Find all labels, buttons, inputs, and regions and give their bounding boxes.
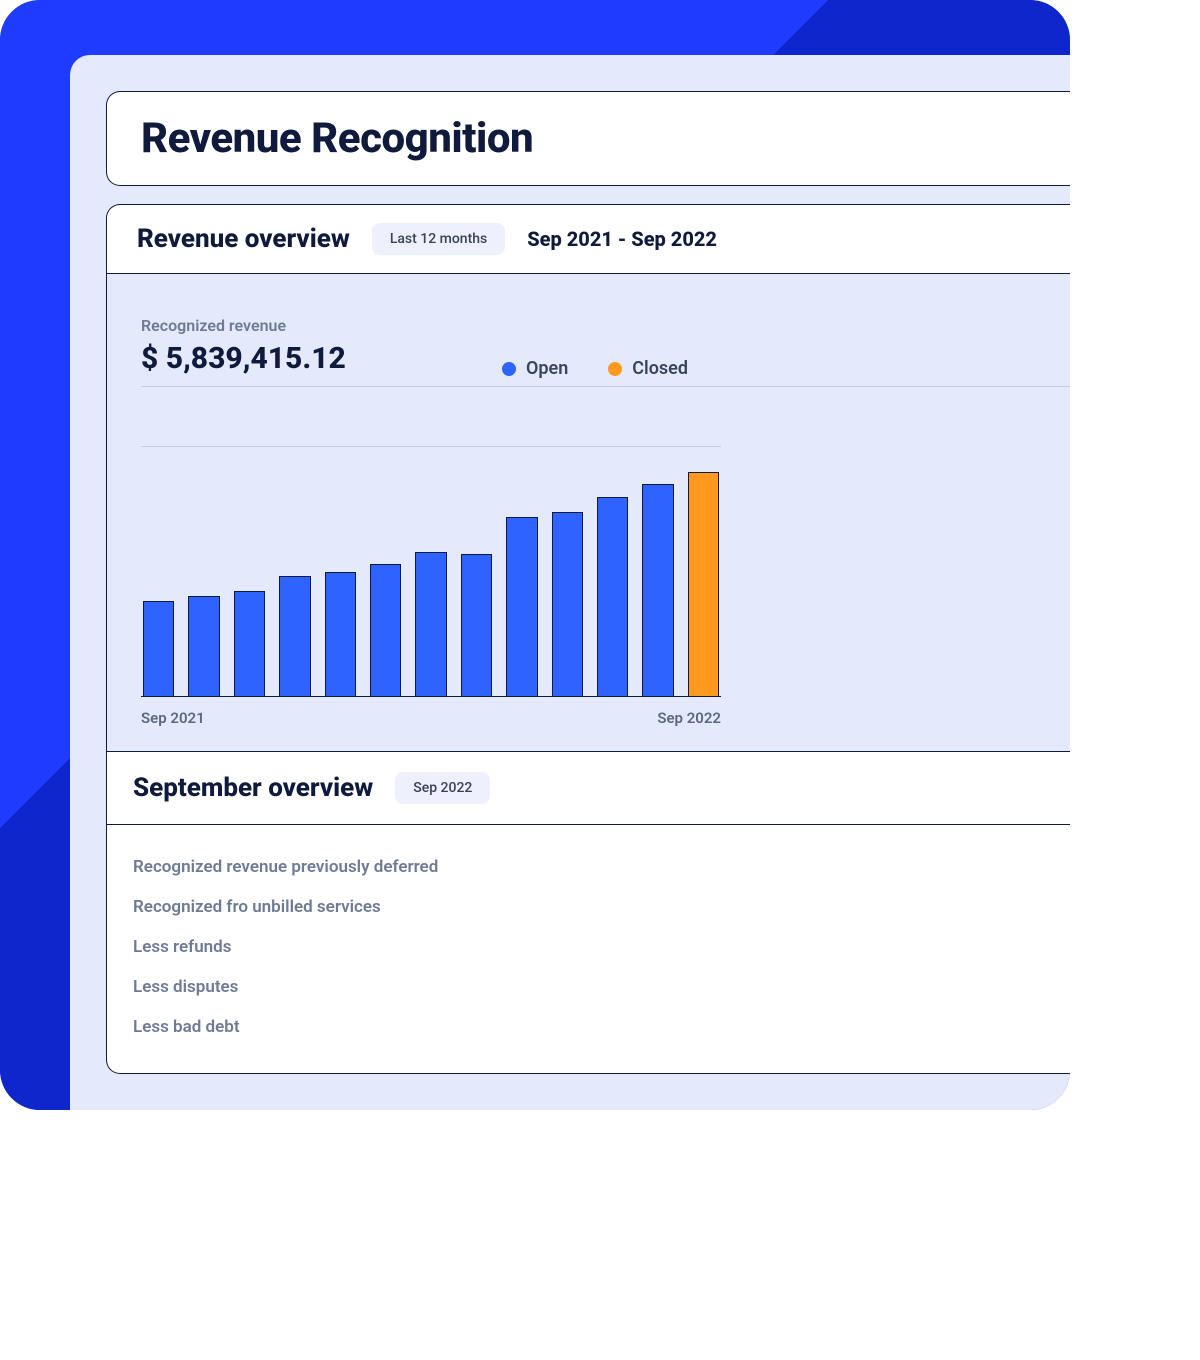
chart-x-axis: Sep 2021 Sep 2022 (141, 709, 721, 727)
date-range: Sep 2021 - Sep 2022 (527, 227, 717, 251)
dot-icon (608, 362, 622, 376)
chart-bar[interactable] (234, 591, 265, 696)
september-overview-card: September overview Sep 2022 Recognized r… (107, 751, 1070, 1073)
app-panel: Revenue Recognition Revenue overview Las… (70, 55, 1070, 1110)
month-selector[interactable]: Sep 2022 (395, 772, 490, 804)
legend-open-label: Open (526, 358, 568, 379)
chart-bar[interactable] (279, 576, 310, 696)
month-header: September overview Sep 2022 (107, 751, 1070, 825)
chart-bar[interactable] (642, 484, 673, 696)
chart-bar[interactable] (370, 564, 401, 696)
chart-bar[interactable] (597, 497, 628, 696)
revenue-overview-card: Revenue overview Last 12 months Sep 2021… (106, 204, 1070, 1074)
device-frame: Revenue Recognition Revenue overview Las… (0, 0, 1070, 1110)
page-title: Revenue Recognition (141, 114, 1070, 163)
x-start-label: Sep 2021 (141, 709, 205, 727)
chart-bar[interactable] (143, 601, 174, 696)
chart-bar[interactable] (415, 552, 446, 696)
period-selector[interactable]: Last 12 months (372, 223, 505, 255)
page-title-card: Revenue Recognition (106, 91, 1070, 186)
line-item: Less bad debt (133, 1007, 1070, 1047)
chart-legend: Open Closed (502, 358, 688, 379)
dot-icon (502, 362, 516, 376)
legend-closed-label: Closed (632, 358, 688, 379)
overview-header: Revenue overview Last 12 months Sep 2021… (107, 205, 1070, 274)
month-title: September overview (133, 773, 373, 803)
chart-bar[interactable] (506, 517, 537, 696)
chart-body: Recognized revenue $ 5,839,415.12 Open C… (107, 274, 1070, 751)
legend-open: Open (502, 358, 568, 379)
recognized-revenue-chart[interactable] (141, 447, 721, 697)
metric-label: Recognized revenue (141, 316, 1070, 335)
legend-closed: Closed (608, 358, 688, 379)
chart-bar[interactable] (688, 472, 719, 696)
chart-bar[interactable] (325, 572, 356, 697)
line-item: Recognized revenue previously deferred (133, 847, 1070, 887)
overview-title: Revenue overview (137, 224, 350, 254)
chart-bar[interactable] (188, 596, 219, 696)
line-item: Less refunds (133, 927, 1070, 967)
x-end-label: Sep 2022 (657, 709, 721, 727)
line-item: Less disputes (133, 967, 1070, 1007)
chart-bar[interactable] (552, 512, 583, 696)
month-line-items: Recognized revenue previously deferredRe… (107, 825, 1070, 1073)
chart-bar[interactable] (461, 554, 492, 696)
line-item: Recognized fro unbilled services (133, 887, 1070, 927)
